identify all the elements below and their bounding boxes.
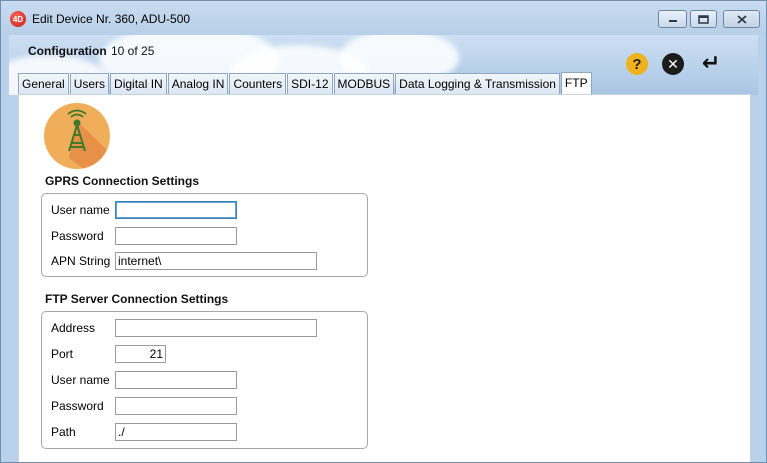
help-icon[interactable]: ?: [626, 53, 648, 75]
ftp-path-input[interactable]: [115, 423, 237, 441]
ftp-address-label: Address: [51, 321, 96, 335]
tab-digital-in[interactable]: Digital IN: [110, 73, 167, 94]
tab-general[interactable]: General: [18, 73, 69, 94]
title-bar[interactable]: 4D Edit Device Nr. 360, ADU-500: [1, 1, 766, 35]
close-icon: [736, 14, 747, 24]
cancel-icon[interactable]: ✕: [662, 53, 684, 75]
apn-string-input[interactable]: [115, 252, 317, 270]
ftp-username-label: User name: [51, 373, 110, 387]
tab-data-logging[interactable]: Data Logging & Transmission: [395, 73, 560, 94]
tab-ftp[interactable]: FTP: [560, 72, 592, 94]
configuration-count: 10 of 25: [111, 44, 155, 58]
gprs-section-title: GPRS Connection Settings: [45, 174, 200, 188]
tab-bar: General Users Digital IN Analog IN Count…: [18, 72, 593, 94]
ftp-address-input[interactable]: [115, 319, 317, 337]
ftp-section-title: FTP Server Connection Settings: [45, 292, 229, 306]
ftp-port-input[interactable]: [115, 345, 166, 363]
configuration-label: Configuration: [28, 44, 107, 58]
minimize-icon: [668, 20, 677, 22]
tab-sdi-12[interactable]: SDI-12: [287, 73, 333, 94]
edit-device-window: 4D Edit Device Nr. 360, ADU-500 Configur…: [0, 0, 767, 463]
tab-counters[interactable]: Counters: [229, 73, 287, 94]
tab-modbus[interactable]: MODBUS: [333, 73, 395, 94]
close-window-button[interactable]: [723, 10, 760, 28]
apn-string-label: APN String: [51, 254, 111, 268]
ftp-username-input[interactable]: [115, 371, 237, 389]
tab-users[interactable]: Users: [69, 73, 110, 94]
restore-icon: [698, 14, 709, 24]
ftp-password-label: Password: [51, 399, 104, 413]
minimize-button[interactable]: [658, 10, 687, 28]
ftp-password-input[interactable]: [115, 397, 237, 415]
ftp-tab-panel: GPRS Connection Settings User name Passw…: [18, 94, 751, 462]
window-title: Edit Device Nr. 360, ADU-500: [32, 12, 191, 26]
tower-graphic: [67, 109, 110, 169]
gprs-password-label: Password: [51, 229, 104, 243]
ftp-tower-icon: [44, 103, 110, 169]
tab-analog-in[interactable]: Analog IN: [167, 73, 229, 94]
enter-icon[interactable]: ↵: [699, 50, 723, 76]
app-logo-icon[interactable]: 4D: [10, 11, 26, 27]
ftp-path-label: Path: [51, 425, 76, 439]
maximize-button[interactable]: [690, 10, 717, 28]
ftp-port-label: Port: [51, 347, 74, 361]
app-logo-text: 4D: [12, 14, 24, 24]
gprs-username-label: User name: [51, 203, 110, 217]
gprs-username-input[interactable]: [115, 201, 237, 219]
gprs-password-input[interactable]: [115, 227, 237, 245]
